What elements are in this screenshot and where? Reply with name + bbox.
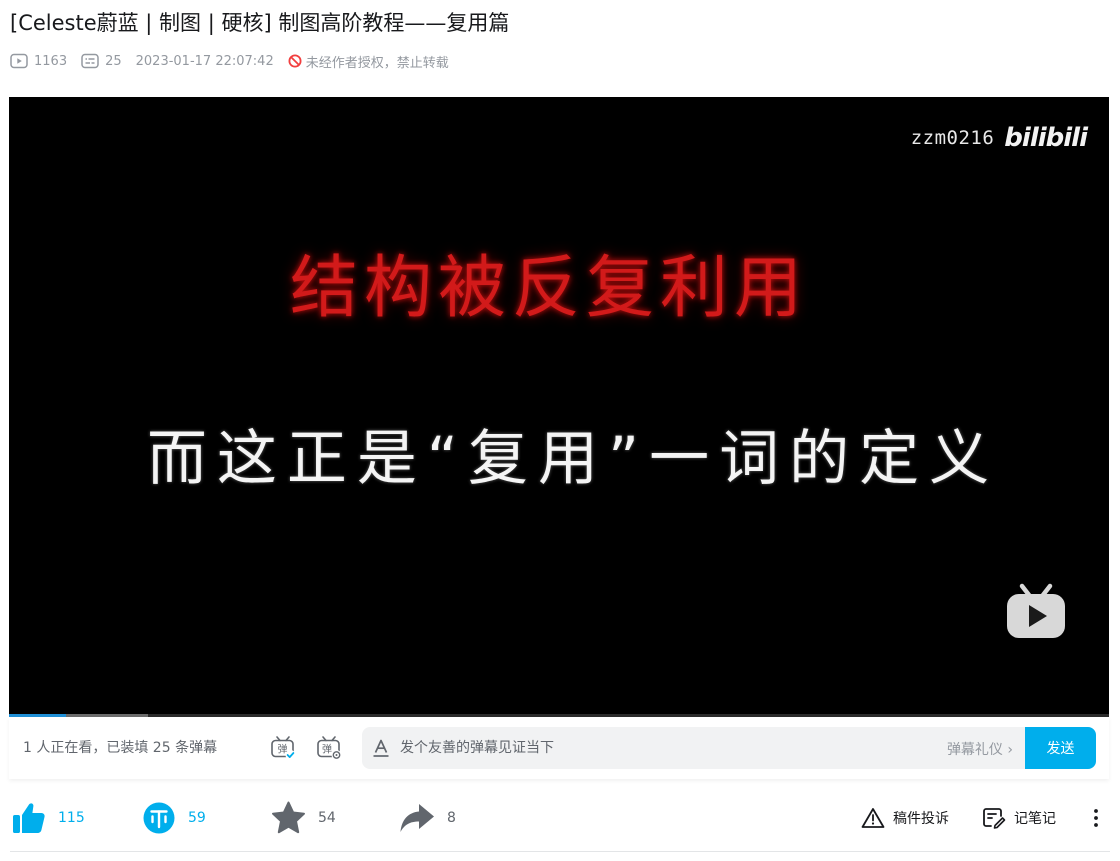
views-stat: 1163 (10, 53, 67, 69)
bilibili-logo: bilibili (1004, 123, 1088, 153)
danmaku-input[interactable] (400, 727, 920, 769)
like-count: 115 (58, 810, 85, 826)
copyright-notice: 未经作者授权，禁止转载 (288, 52, 449, 71)
notes-button[interactable]: 记笔记 (982, 795, 1056, 841)
warning-icon (861, 808, 885, 828)
like-button[interactable]: 115 (12, 795, 85, 841)
views-count: 1163 (34, 53, 68, 69)
danmaku-toggle-icon[interactable]: 弹 (270, 735, 296, 761)
video-player[interactable]: zzm0216 bilibili 结构被反复利用 而这正是“复用”一词的定义 (9, 97, 1109, 716)
danmaku-stat: 25 (81, 53, 122, 69)
thumbs-up-icon (13, 803, 45, 833)
danmaku-etiquette-link[interactable]: 弹幕礼仪 › (947, 739, 1013, 759)
prohibited-icon (288, 54, 302, 68)
subtitle-white: 而这正是“复用”一词的定义 (146, 424, 1000, 494)
share-count: 8 (447, 810, 456, 826)
coin-button[interactable]: 59 (142, 795, 206, 841)
star-icon (272, 801, 305, 834)
copyright-text: 未经作者授权，禁止转载 (305, 55, 449, 71)
video-watermark: zzm0216 bilibili (910, 123, 1088, 153)
video-title: [Celeste蔚蓝 | 制图 | 硬核] 制图高阶教程——复用篇 (10, 11, 510, 35)
favorite-button[interactable]: 54 (271, 795, 336, 841)
more-vertical-icon (1094, 809, 1098, 827)
more-options-button[interactable] (1090, 795, 1110, 841)
note-edit-icon (983, 808, 1006, 829)
watermark-username: zzm0216 (910, 127, 995, 149)
text-style-icon[interactable] (372, 738, 390, 758)
report-button[interactable]: 稿件投诉 (861, 795, 949, 841)
share-arrow-icon (400, 804, 434, 832)
danmaku-icon (81, 53, 99, 69)
send-danmaku-button[interactable]: 发送 (1025, 727, 1096, 769)
share-button[interactable]: 8 (399, 795, 456, 841)
subtitle-red: 结构被反复利用 (289, 249, 808, 328)
danmaku-count: 25 (105, 53, 122, 69)
video-toolbar: 115 59 54 8 稿件投诉 记笔记 (0, 795, 1120, 845)
video-page: [Celeste蔚蓝 | 制图 | 硬核] 制图高阶教程——复用篇 1163 2… (0, 0, 1120, 861)
coin-icon (143, 802, 175, 834)
viewer-count-text: 1 人正在看，已装填 25 条弹幕 (23, 740, 218, 756)
danmaku-sending-bar: 1 人正在看，已装填 25 条弹幕 弹 弹 弹幕礼仪 › (9, 717, 1109, 779)
play-count-icon (10, 53, 28, 69)
notes-label: 记笔记 (1014, 811, 1056, 827)
danmaku-input-wrapper: 弹幕礼仪 › (362, 727, 1025, 769)
publish-time: 2023-01-17 22:07:42 (135, 53, 274, 69)
coin-count: 59 (188, 810, 206, 826)
favorite-count: 54 (318, 810, 336, 826)
toolbar-divider (10, 851, 1110, 852)
svg-text:弹: 弹 (322, 743, 332, 756)
video-meta: 1163 25 2023-01-17 22:07:42 未经作者授权，禁止转载 (10, 50, 463, 72)
bilibili-tv-icon (1007, 583, 1065, 638)
danmaku-settings-icon[interactable]: 弹 (316, 735, 342, 761)
report-label: 稿件投诉 (893, 811, 949, 827)
